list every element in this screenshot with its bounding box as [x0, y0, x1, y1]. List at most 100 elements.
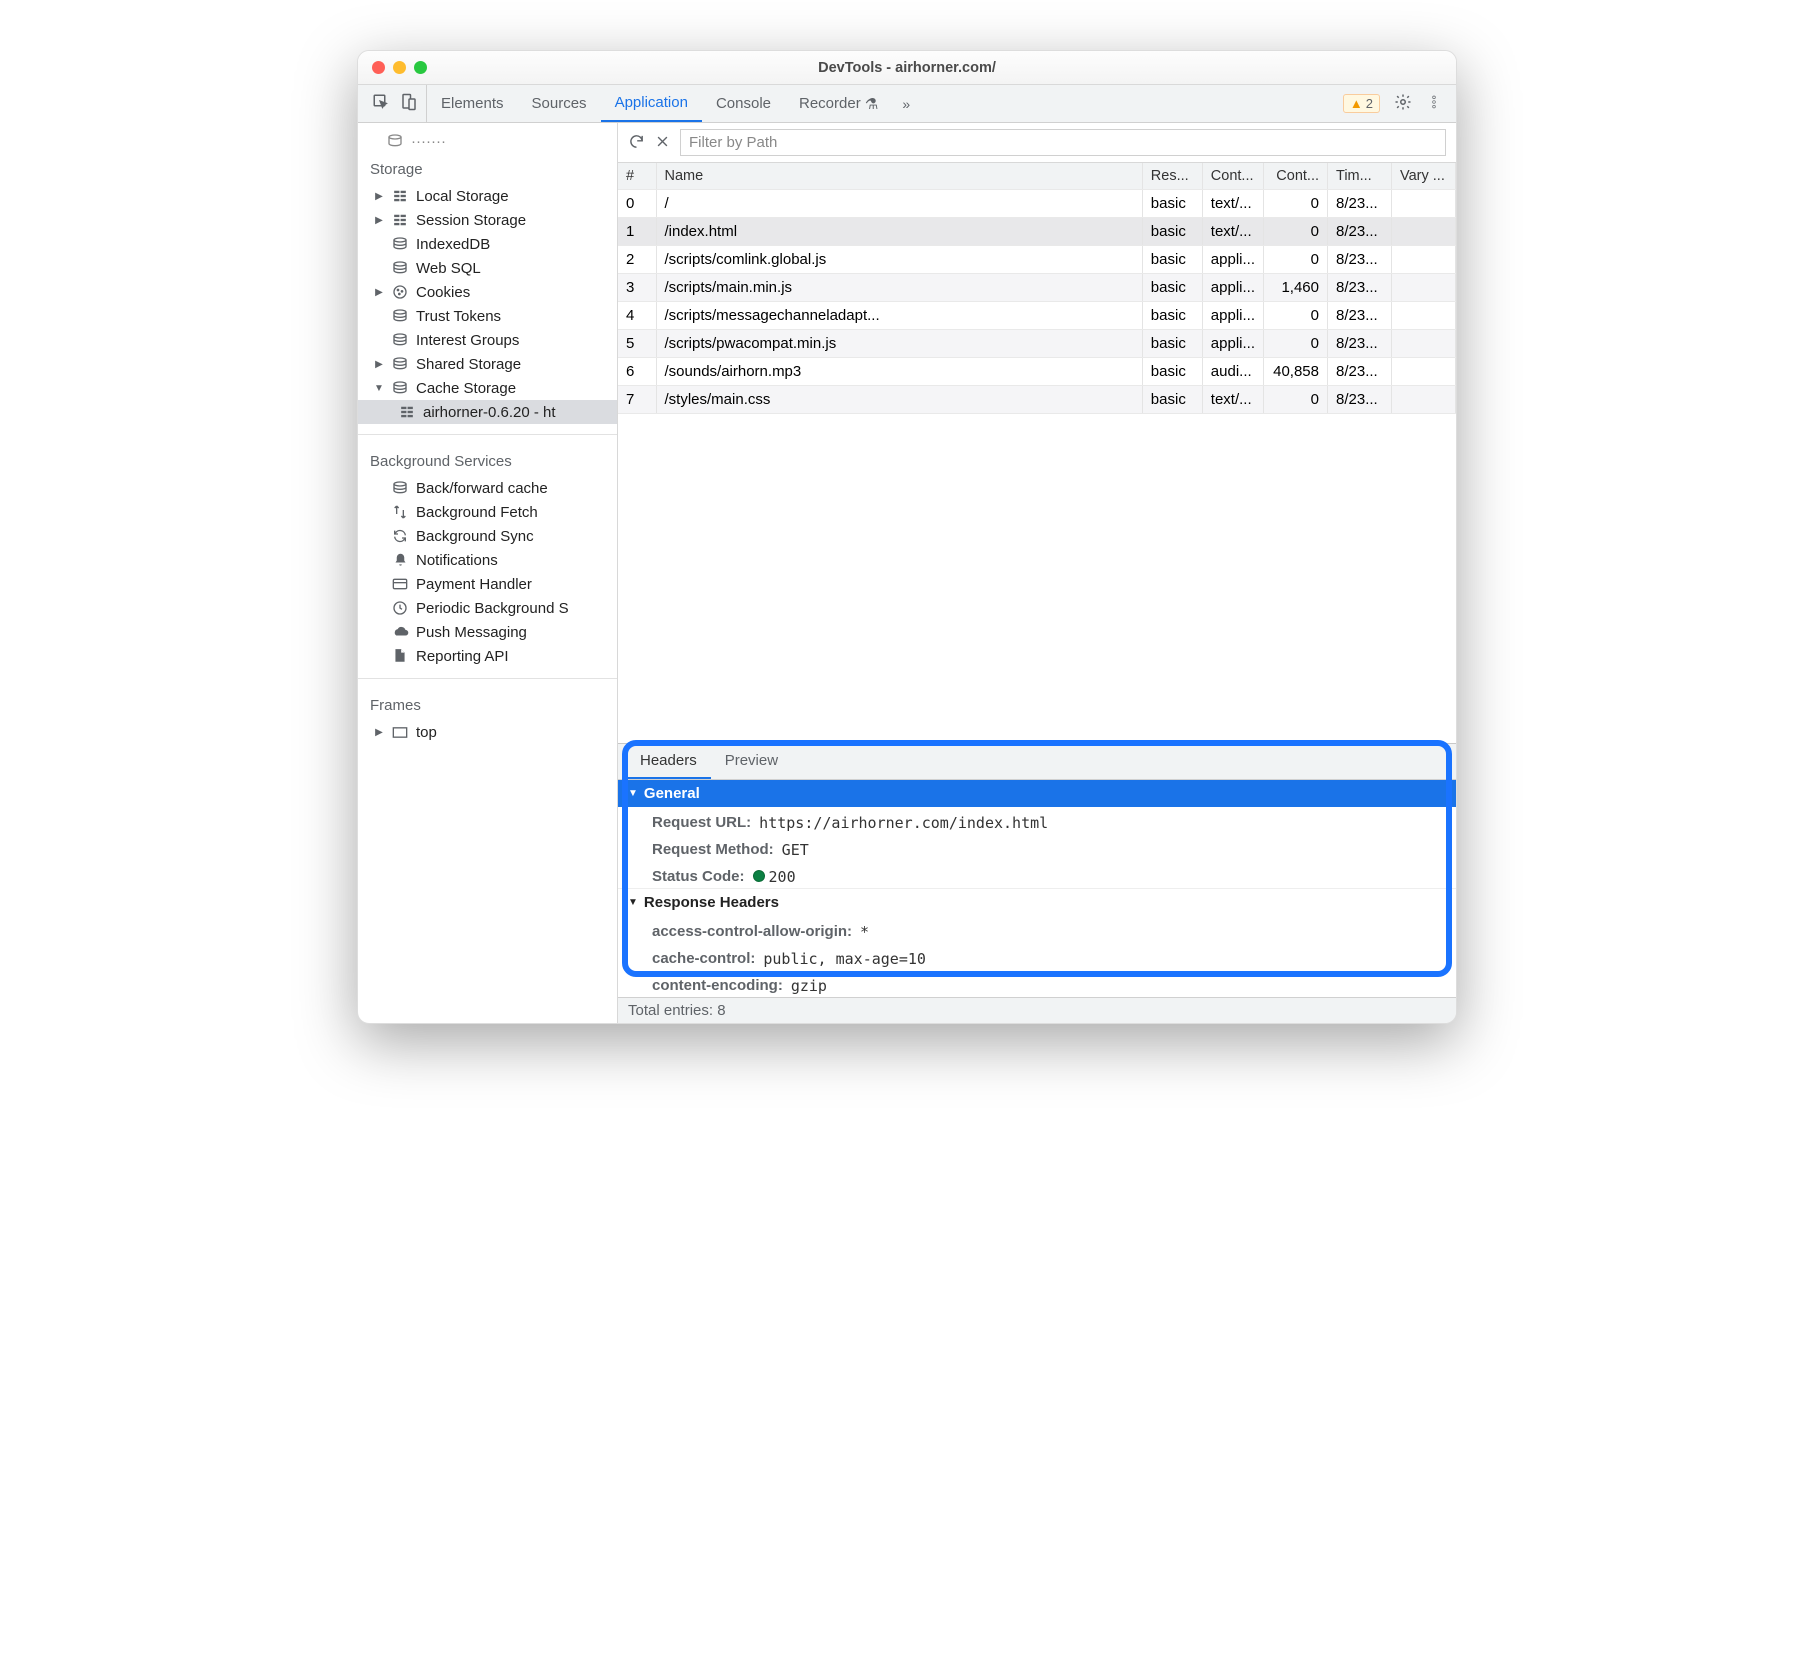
sidebar-item[interactable]: Web SQL — [358, 256, 617, 280]
tab-sources[interactable]: Sources — [518, 85, 601, 122]
filter-path-input[interactable] — [680, 129, 1446, 156]
devtools-window: DevTools - airhorner.com/ Elements Sourc… — [357, 50, 1457, 1024]
file-icon — [391, 648, 409, 664]
sidebar-heading-frames: Frames — [358, 689, 617, 720]
table-header[interactable]: Res... — [1142, 163, 1202, 190]
settings-icon[interactable] — [1394, 93, 1412, 114]
sidebar-item[interactable]: Back/forward cache — [358, 476, 617, 500]
sidebar-heading-storage: Storage — [358, 153, 617, 184]
sidebar-item[interactable]: Background Fetch — [358, 500, 617, 524]
table-row[interactable]: 4/scripts/messagechanneladapt...basicapp… — [618, 302, 1456, 330]
sidebar-item-label: Payment Handler — [416, 576, 532, 593]
db-icon — [386, 134, 404, 148]
sidebar-item[interactable]: ▶Shared Storage — [358, 352, 617, 376]
sidebar-heading-background: Background Services — [358, 445, 617, 476]
sidebar-item[interactable]: ▼ Cache Storage — [358, 376, 617, 400]
table-header[interactable]: Vary ... — [1392, 163, 1456, 190]
cache-entries-table: #NameRes...Cont...Cont...Tim...Vary ... … — [618, 163, 1456, 414]
status-footer: Total entries: 8 — [618, 997, 1456, 1023]
sidebar-item-label: Notifications — [416, 552, 498, 569]
sidebar-item[interactable]: ▶top — [358, 720, 617, 744]
db-icon — [391, 333, 409, 347]
panel-tabs: Elements Sources Application Console Rec… — [427, 85, 1335, 122]
sidebar-item[interactable]: ▶Local Storage — [358, 184, 617, 208]
refresh-icon[interactable] — [628, 133, 645, 153]
db-icon — [391, 381, 409, 395]
disclosure-icon: ▶ — [374, 727, 384, 738]
table-row[interactable]: 3/scripts/main.min.jsbasicappli...1,4608… — [618, 274, 1456, 302]
sidebar-item-label: Reporting API — [416, 648, 509, 665]
tab-recorder[interactable]: Recorder ⚗ — [785, 85, 892, 122]
more-tabs-icon[interactable]: » — [892, 96, 920, 112]
sidebar-item[interactable]: Background Sync — [358, 524, 617, 548]
sidebar-item[interactable]: Periodic Background S — [358, 596, 617, 620]
detail-tabs: Headers Preview — [618, 744, 1456, 780]
disclosure-icon: ▶ — [374, 287, 384, 298]
db-icon — [391, 261, 409, 275]
sidebar-item-cache-entry[interactable]: airhorner-0.6.20 - ht — [358, 400, 617, 424]
sync-icon — [391, 528, 409, 544]
table-row[interactable]: 7/styles/main.cssbasictext/...08/23... — [618, 386, 1456, 414]
fetch-icon — [391, 504, 409, 520]
caret-down-icon: ▼ — [628, 897, 638, 908]
cache-panel: #NameRes...Cont...Cont...Tim...Vary ... … — [618, 123, 1456, 1023]
table-row[interactable]: 5/scripts/pwacompat.min.jsbasicappli...0… — [618, 330, 1456, 358]
sidebar-item[interactable]: IndexedDB — [358, 232, 617, 256]
sidebar-item[interactable]: ▶Session Storage — [358, 208, 617, 232]
table-row[interactable]: 6/sounds/airhorn.mp3basicaudi...40,8588/… — [618, 358, 1456, 386]
db-icon — [391, 309, 409, 323]
detail-tab-preview[interactable]: Preview — [711, 744, 792, 779]
table-header[interactable]: Name — [656, 163, 1142, 190]
sidebar-item[interactable]: Payment Handler — [358, 572, 617, 596]
tab-elements[interactable]: Elements — [427, 85, 518, 122]
section-general[interactable]: ▼ General — [618, 780, 1456, 807]
table-header[interactable]: # — [618, 163, 656, 190]
inspect-icon[interactable] — [372, 93, 390, 114]
sidebar-item-label: Back/forward cache — [416, 480, 548, 497]
disclosure-icon: ▶ — [374, 359, 384, 370]
sidebar-item-label: Trust Tokens — [416, 308, 501, 325]
sidebar-item-storage-top[interactable]: ······· — [358, 129, 617, 153]
sidebar-item[interactable]: Interest Groups — [358, 328, 617, 352]
db-icon — [391, 237, 409, 251]
tab-application[interactable]: Application — [601, 85, 702, 122]
kebab-menu-icon[interactable] — [1426, 93, 1442, 114]
sidebar-item-label: Interest Groups — [416, 332, 519, 349]
cookie-icon — [391, 284, 409, 300]
filter-bar — [618, 123, 1456, 163]
sidebar-item-label: Background Fetch — [416, 504, 538, 521]
sidebar-item[interactable]: Trust Tokens — [358, 304, 617, 328]
sidebar-item-label: IndexedDB — [416, 236, 490, 253]
header-row: Request Method:GET — [618, 834, 1456, 861]
frame-icon — [391, 726, 409, 739]
detail-tab-headers[interactable]: Headers — [626, 744, 711, 779]
disclosure-icon: ▶ — [374, 215, 384, 226]
clear-icon[interactable] — [655, 134, 670, 152]
table-header[interactable]: Cont... — [1202, 163, 1263, 190]
flask-icon: ⚗ — [865, 95, 878, 113]
sidebar-item[interactable]: Notifications — [358, 548, 617, 572]
section-response-headers[interactable]: ▼ Response Headers — [618, 888, 1456, 916]
card-icon — [391, 577, 409, 591]
sidebar-item-label: airhorner-0.6.20 - ht — [423, 404, 556, 421]
sidebar-item-label: Cache Storage — [416, 380, 516, 397]
table-row[interactable]: 0/basictext/...08/23... — [618, 190, 1456, 218]
db-icon — [391, 481, 409, 495]
table-header[interactable]: Tim... — [1328, 163, 1392, 190]
disclosure-icon: ▼ — [374, 383, 384, 394]
warnings-badge[interactable]: ▲2 — [1343, 94, 1380, 113]
header-row: access-control-allow-origin:* — [618, 916, 1456, 943]
table-row[interactable]: 2/scripts/comlink.global.jsbasicappli...… — [618, 246, 1456, 274]
entry-details: Headers Preview ▼ General Request URL:ht… — [618, 743, 1456, 997]
device-toggle-icon[interactable] — [400, 93, 418, 114]
titlebar: DevTools - airhorner.com/ — [358, 51, 1456, 85]
tab-console[interactable]: Console — [702, 85, 785, 122]
table-header[interactable]: Cont... — [1264, 163, 1328, 190]
sidebar-item-label: Background Sync — [416, 528, 534, 545]
clock-icon — [391, 600, 409, 616]
table-row[interactable]: 1/index.htmlbasictext/...08/23... — [618, 218, 1456, 246]
header-row: cache-control:public, max-age=10 — [618, 943, 1456, 970]
sidebar-item[interactable]: ▶Cookies — [358, 280, 617, 304]
sidebar-item[interactable]: Reporting API — [358, 644, 617, 668]
sidebar-item[interactable]: Push Messaging — [358, 620, 617, 644]
